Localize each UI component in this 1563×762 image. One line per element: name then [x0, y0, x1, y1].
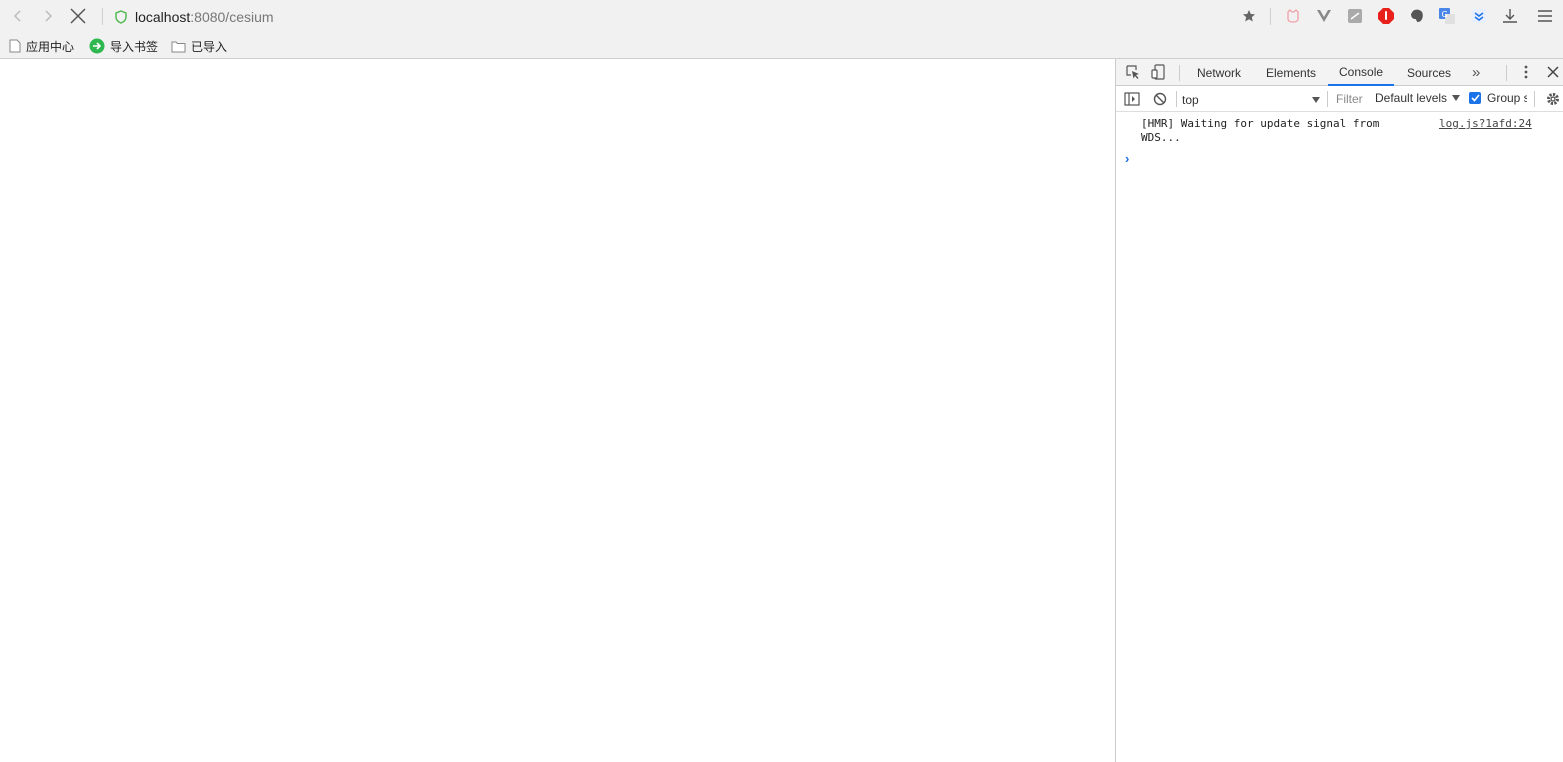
back-button[interactable] [6, 4, 30, 28]
tab-sources[interactable]: Sources [1405, 59, 1453, 86]
page-icon [9, 39, 21, 53]
bookmark-import[interactable]: 导入书签 [89, 36, 158, 56]
extension-puzzle-button[interactable] [1345, 6, 1365, 26]
clear-console-button[interactable] [1151, 90, 1169, 108]
adblock-icon [1378, 8, 1394, 24]
log-levels-dropdown[interactable]: Default levels [1375, 91, 1461, 105]
bookmark-star-icon [1243, 10, 1255, 22]
close-icon [1547, 66, 1559, 78]
console-settings-button[interactable] [1544, 90, 1562, 108]
downloads-button[interactable] [1500, 6, 1520, 26]
console-divider-3 [1534, 91, 1535, 107]
chevron-down-icon [1312, 96, 1320, 103]
vue-devtools-icon [1317, 10, 1331, 22]
downloads-icon [1503, 9, 1517, 23]
clear-block-icon [1153, 92, 1167, 106]
bookmark-label: 应用中心 [26, 39, 75, 54]
more-tabs-button[interactable]: » [1470, 59, 1482, 86]
close-devtools-button[interactable] [1544, 63, 1562, 81]
devtools-panel: Network Elements Console Sources » top F… [1115, 59, 1563, 762]
tab-network[interactable]: Network [1195, 59, 1243, 86]
extension-translate-button[interactable]: G [1437, 6, 1457, 26]
chevron-down-icon [1452, 95, 1461, 101]
page-viewport[interactable] [0, 59, 1115, 762]
import-arrow-icon [89, 38, 105, 54]
browser-toolbar: localhost:8080/cesium G [0, 0, 1563, 33]
url-path: :8080/cesium [190, 8, 274, 25]
extension-adblock-button[interactable] [1376, 6, 1396, 26]
stop-button[interactable] [66, 4, 90, 28]
sidebar-toggle-icon [1124, 92, 1140, 106]
cat-extension-icon [1287, 9, 1299, 23]
secure-shield-icon [115, 9, 127, 24]
devtools-tabbar: Network Elements Console Sources » [1116, 59, 1563, 86]
evernote-icon [1411, 9, 1423, 22]
context-value: top [1182, 92, 1199, 107]
bookmark-star-button[interactable] [1239, 6, 1259, 26]
svg-text:G: G [1442, 10, 1448, 19]
puzzle-extension-icon [1348, 9, 1362, 23]
group-similar-label: Group similar [1487, 91, 1527, 105]
console-divider [1176, 91, 1177, 107]
extension-pocket-button[interactable] [1469, 6, 1489, 26]
extension-vue-button[interactable] [1314, 6, 1334, 26]
bookmark-label: 导入书签 [110, 39, 159, 54]
bookmark-app-center[interactable]: 应用中心 [9, 36, 74, 56]
console-filter-input[interactable]: Filter [1336, 92, 1363, 106]
bookmark-label: 已导入 [191, 39, 228, 54]
extension-evernote-button[interactable] [1407, 6, 1427, 26]
toolbar-divider [102, 8, 103, 25]
group-similar-checkbox[interactable]: Group similar [1469, 91, 1527, 105]
devtools-divider [1179, 65, 1180, 81]
console-divider-2 [1327, 91, 1328, 107]
bookmarks-bar: 应用中心 导入书签 已导入 [0, 33, 1563, 59]
forward-button[interactable] [36, 4, 60, 28]
save-extension-icon [1472, 9, 1486, 23]
folder-icon [171, 41, 186, 52]
address-bar[interactable]: localhost:8080/cesium [114, 5, 274, 28]
translate-icon: G [1439, 8, 1455, 24]
show-sidebar-button[interactable] [1123, 90, 1141, 108]
url-host: localhost [135, 8, 191, 25]
devtools-menu-button[interactable] [1517, 63, 1535, 81]
console-message-source-link[interactable]: log.js?1afd:24 [1439, 117, 1532, 131]
browser-menu-button[interactable] [1535, 6, 1555, 26]
back-icon [13, 10, 21, 22]
tab-console[interactable]: Console [1328, 59, 1395, 86]
forward-icon [45, 10, 53, 22]
gear-icon [1547, 93, 1559, 105]
context-selector[interactable]: top [1182, 91, 1320, 108]
tab-elements[interactable]: Elements [1264, 59, 1318, 86]
inspect-element-button[interactable] [1124, 63, 1142, 81]
console-toolbar: top Filter Default levels Group similar [1116, 86, 1563, 112]
stop-icon [70, 8, 86, 24]
toolbar-divider-2 [1270, 8, 1271, 25]
console-prompt[interactable]: › [1125, 151, 1129, 166]
menu-icon [1538, 10, 1552, 22]
console-message-text: [HMR] Waiting for update signal from WDS… [1141, 117, 1387, 144]
device-toolbar-button[interactable] [1150, 63, 1168, 81]
checkbox-checked-icon [1469, 92, 1481, 104]
bookmark-imported-folder[interactable]: 已导入 [171, 36, 227, 56]
kebab-menu-icon [1524, 65, 1528, 79]
device-mode-icon [1151, 64, 1165, 80]
levels-label: Default levels [1375, 91, 1448, 105]
devtools-divider-2 [1506, 65, 1507, 81]
extension-cat-button[interactable] [1283, 6, 1303, 26]
inspect-cursor-icon [1126, 65, 1139, 79]
